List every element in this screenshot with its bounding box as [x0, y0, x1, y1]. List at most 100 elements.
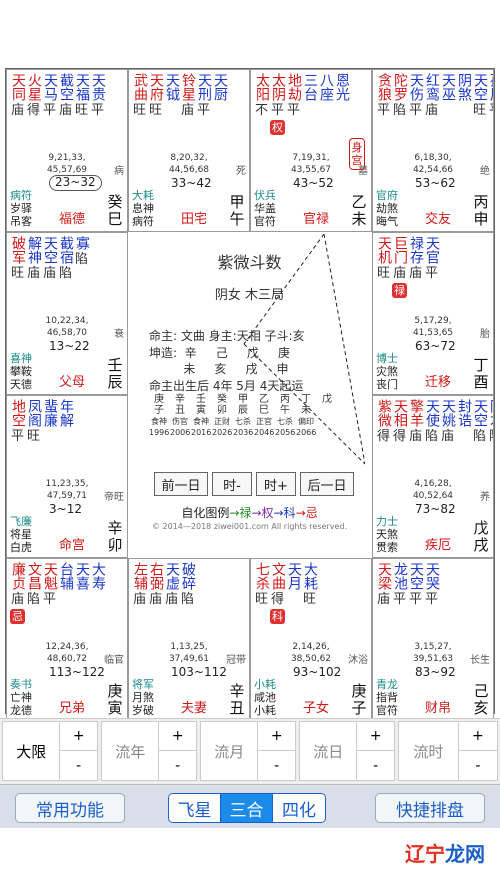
palace-shen[interactable]: 贪狼平陀罗陷天伤平红鸾庙天巫阴煞天空旺孤辰平6,18,30, 42,54,66绝…	[372, 69, 494, 232]
liuri-label[interactable]: 流日	[300, 722, 356, 780]
liunian-plus-button[interactable]: +	[158, 722, 196, 751]
liuyue-minus-button[interactable]: -	[257, 751, 295, 780]
star: 凤阁旺	[26, 399, 42, 444]
dayun-column: 丁未偏印 2066	[296, 394, 316, 438]
palace-hai[interactable]: 天梁庙龙池平天空平天哭平 3,15,27, 39,51,63 长生 青龙 指背 官符 83~…	[372, 558, 494, 721]
liunian-minus-button[interactable]: -	[158, 751, 196, 780]
star-name: 大寿	[90, 562, 106, 590]
star-name: 天官	[424, 236, 440, 264]
hour-plus-button[interactable]: 时+	[256, 472, 296, 496]
hour-minus-button[interactable]: 时-	[212, 472, 252, 496]
star: 天空陷	[472, 399, 488, 444]
star: 截空庙	[58, 73, 74, 118]
star-name: 天巫	[440, 73, 456, 101]
minor-god: 岁驿	[10, 202, 32, 215]
palace-si[interactable]: 天同庙火星得天马平截空庙天福旺天贵平 9,21,33, 45,57,69 病病符 岁驿…	[6, 69, 128, 232]
palace-chou[interactable]: 左辅庙右弼庙天虚庙破碎陷 1,13,25, 37,49,61 冠带 将军 月煞 岁破 103…	[128, 558, 250, 721]
minor-god: 亡神	[10, 691, 32, 704]
palace-wei[interactable]: 太阳不太阴平权地劫平三台 八座 恩光 7,19,31, 43,55,67 墓身宫 伏兵 华盖…	[250, 69, 372, 232]
star: 紫微得	[376, 399, 392, 444]
star-brightness: 庙	[10, 103, 24, 118]
star: 八座	[318, 73, 334, 135]
star: 阴才陷	[488, 399, 493, 444]
dayun-cell: 2046	[254, 428, 275, 437]
ziwei-chart-screen: 天同庙火星得天马平截空庙天福旺天贵平 9,21,33, 45,57,69 病病符 岁驿…	[0, 0, 500, 889]
star-name: 廉贞	[10, 562, 26, 590]
sihua-badge: 科	[270, 609, 285, 624]
star-name: 太阴	[270, 73, 286, 101]
star-brightness: 旺	[302, 592, 316, 607]
star-name: 天钺	[164, 73, 180, 101]
palace-you[interactable]: 天机旺巨门庙禄禄存庙天官平 5,17,29, 41,53,65 胎博士 灾煞 丧门 63~…	[372, 232, 494, 395]
liunian-label[interactable]: 流年	[102, 722, 158, 780]
changsheng-label: 衰	[114, 329, 124, 340]
dayun-column: 戊	[317, 394, 337, 438]
feixing-tab[interactable]: 飞星	[169, 794, 221, 822]
star-brightness: 庙	[164, 592, 178, 607]
age-list: 11,23,35, 47,59,71	[45, 479, 89, 501]
star: 破碎陷	[180, 562, 196, 607]
star: 天哭平	[424, 562, 440, 607]
sanhe-tab[interactable]: 三合	[221, 794, 273, 822]
star-name: 红鸾	[424, 73, 440, 101]
prev-day-button[interactable]: 前一日	[154, 472, 208, 496]
star: 大寿	[90, 562, 106, 624]
center-panel: 紫微斗数 阴女 木三局 命主: 文曲 身主:天相 子斗:亥 坤造: 辛 己 戊 …	[134, 234, 365, 549]
minor-god: 攀鞍	[10, 365, 32, 378]
palace-stem-branch: 壬辰	[107, 356, 123, 391]
liuyue-label[interactable]: 流月	[201, 722, 257, 780]
dayun-range: 13~22	[49, 339, 90, 354]
star: 天伤平	[408, 73, 424, 118]
dayun-cell: 戊	[322, 394, 332, 405]
dayun-label[interactable]: 大限	[3, 722, 59, 780]
dayun-column: 丙午七杀 2056	[275, 394, 295, 438]
palace-name: 夫妻	[181, 701, 208, 717]
star-name: 天马	[42, 73, 58, 101]
palace-mao[interactable]: 地空平凤阁旺蜚廉 年解 11,23,35, 47,59,71 帝旺 飞廉 将星 白虎 3~12…	[6, 395, 128, 558]
age-list: 2,14,26, 38,50,62	[290, 642, 332, 664]
star-brightness: 庙	[26, 266, 40, 281]
palace-xu[interactable]: 紫微得天相得擎羊庙天使陷天姚庙封诰天空陷阴才陷4,16,28, 40,52,64…	[372, 395, 494, 558]
star-name: 天福	[74, 73, 90, 101]
liuri-minus-button[interactable]: -	[356, 751, 394, 780]
changsheng-label: 沐浴	[348, 655, 368, 666]
star-name: 截宿	[58, 236, 74, 264]
liuri-plus-button[interactable]: +	[356, 722, 394, 751]
dayun-column: 癸卯正财 2026	[212, 394, 232, 438]
palace-name: 父母	[59, 375, 86, 391]
star-brightness: 陷	[424, 429, 438, 444]
liushi-minus-button[interactable]: -	[457, 751, 497, 780]
dayun-range: 83~92	[415, 665, 456, 680]
dayun-cell: 2036	[233, 428, 254, 437]
star-name: 巨门	[392, 236, 408, 264]
palace-stars: 天梁庙龙池平天空平天哭平	[376, 562, 440, 607]
common-functions-button[interactable]: 常用功能	[15, 793, 125, 823]
palace-wu[interactable]: 武曲旺天府旺天钺 铃星庙天刑平天厨 8,20,32, 44,56,68 死大耗 息神 病符…	[128, 69, 250, 232]
quick-chart-button[interactable]: 快捷排盘	[375, 793, 485, 823]
dayun-minus-button[interactable]: -	[59, 751, 97, 780]
star: 龙池平	[392, 562, 408, 607]
palace-chen[interactable]: 破军旺解神庙天空庙截宿陷寡陷 10,22,34, 46,58,70 衰喜神 攀鞍 天德 1…	[6, 232, 128, 395]
liuyue-plus-button[interactable]: +	[257, 722, 295, 751]
dayun-range: 93~102	[293, 665, 342, 680]
star-brightness: 庙	[42, 266, 56, 281]
changsheng-label: 临官	[104, 655, 124, 666]
sihua-tab[interactable]: 四化	[273, 794, 325, 822]
liushi-plus-button[interactable]: +	[457, 722, 497, 751]
dayun-range: 33~42	[171, 176, 212, 191]
next-day-button[interactable]: 后一日	[300, 472, 354, 496]
star-name: 七杀	[254, 562, 270, 590]
star: 太阴平权	[270, 73, 286, 135]
changsheng-label: 帝旺	[104, 492, 124, 503]
liushi-label[interactable]: 流时	[399, 722, 458, 780]
star: 巨门庙禄	[392, 236, 408, 298]
star-name: 破碎	[180, 562, 196, 590]
dayun-plus-button[interactable]: +	[59, 722, 97, 751]
palace-stars: 天同庙火星得天马平截空庙天福旺天贵平	[10, 73, 106, 118]
palace-yin[interactable]: 廉贞庙忌文昌陷天魁平台辅 天喜 大寿 12,24,36, 48,60,72 临官 奏书 亡神…	[6, 558, 128, 721]
star-brightness: 庙	[408, 429, 422, 444]
star-brightness: 庙	[148, 592, 162, 607]
palace-zi[interactable]: 七杀旺文曲得科天月 大耗旺 2,14,26, 38,50,62 沐浴 小耗 咸池 小耗 93~…	[250, 558, 372, 721]
time-controls: 大限 + - 流年 + - 流月 + - 流日 + - 流时 + -	[0, 718, 500, 784]
minor-gods: 官府 劫煞 晦气	[376, 189, 398, 228]
